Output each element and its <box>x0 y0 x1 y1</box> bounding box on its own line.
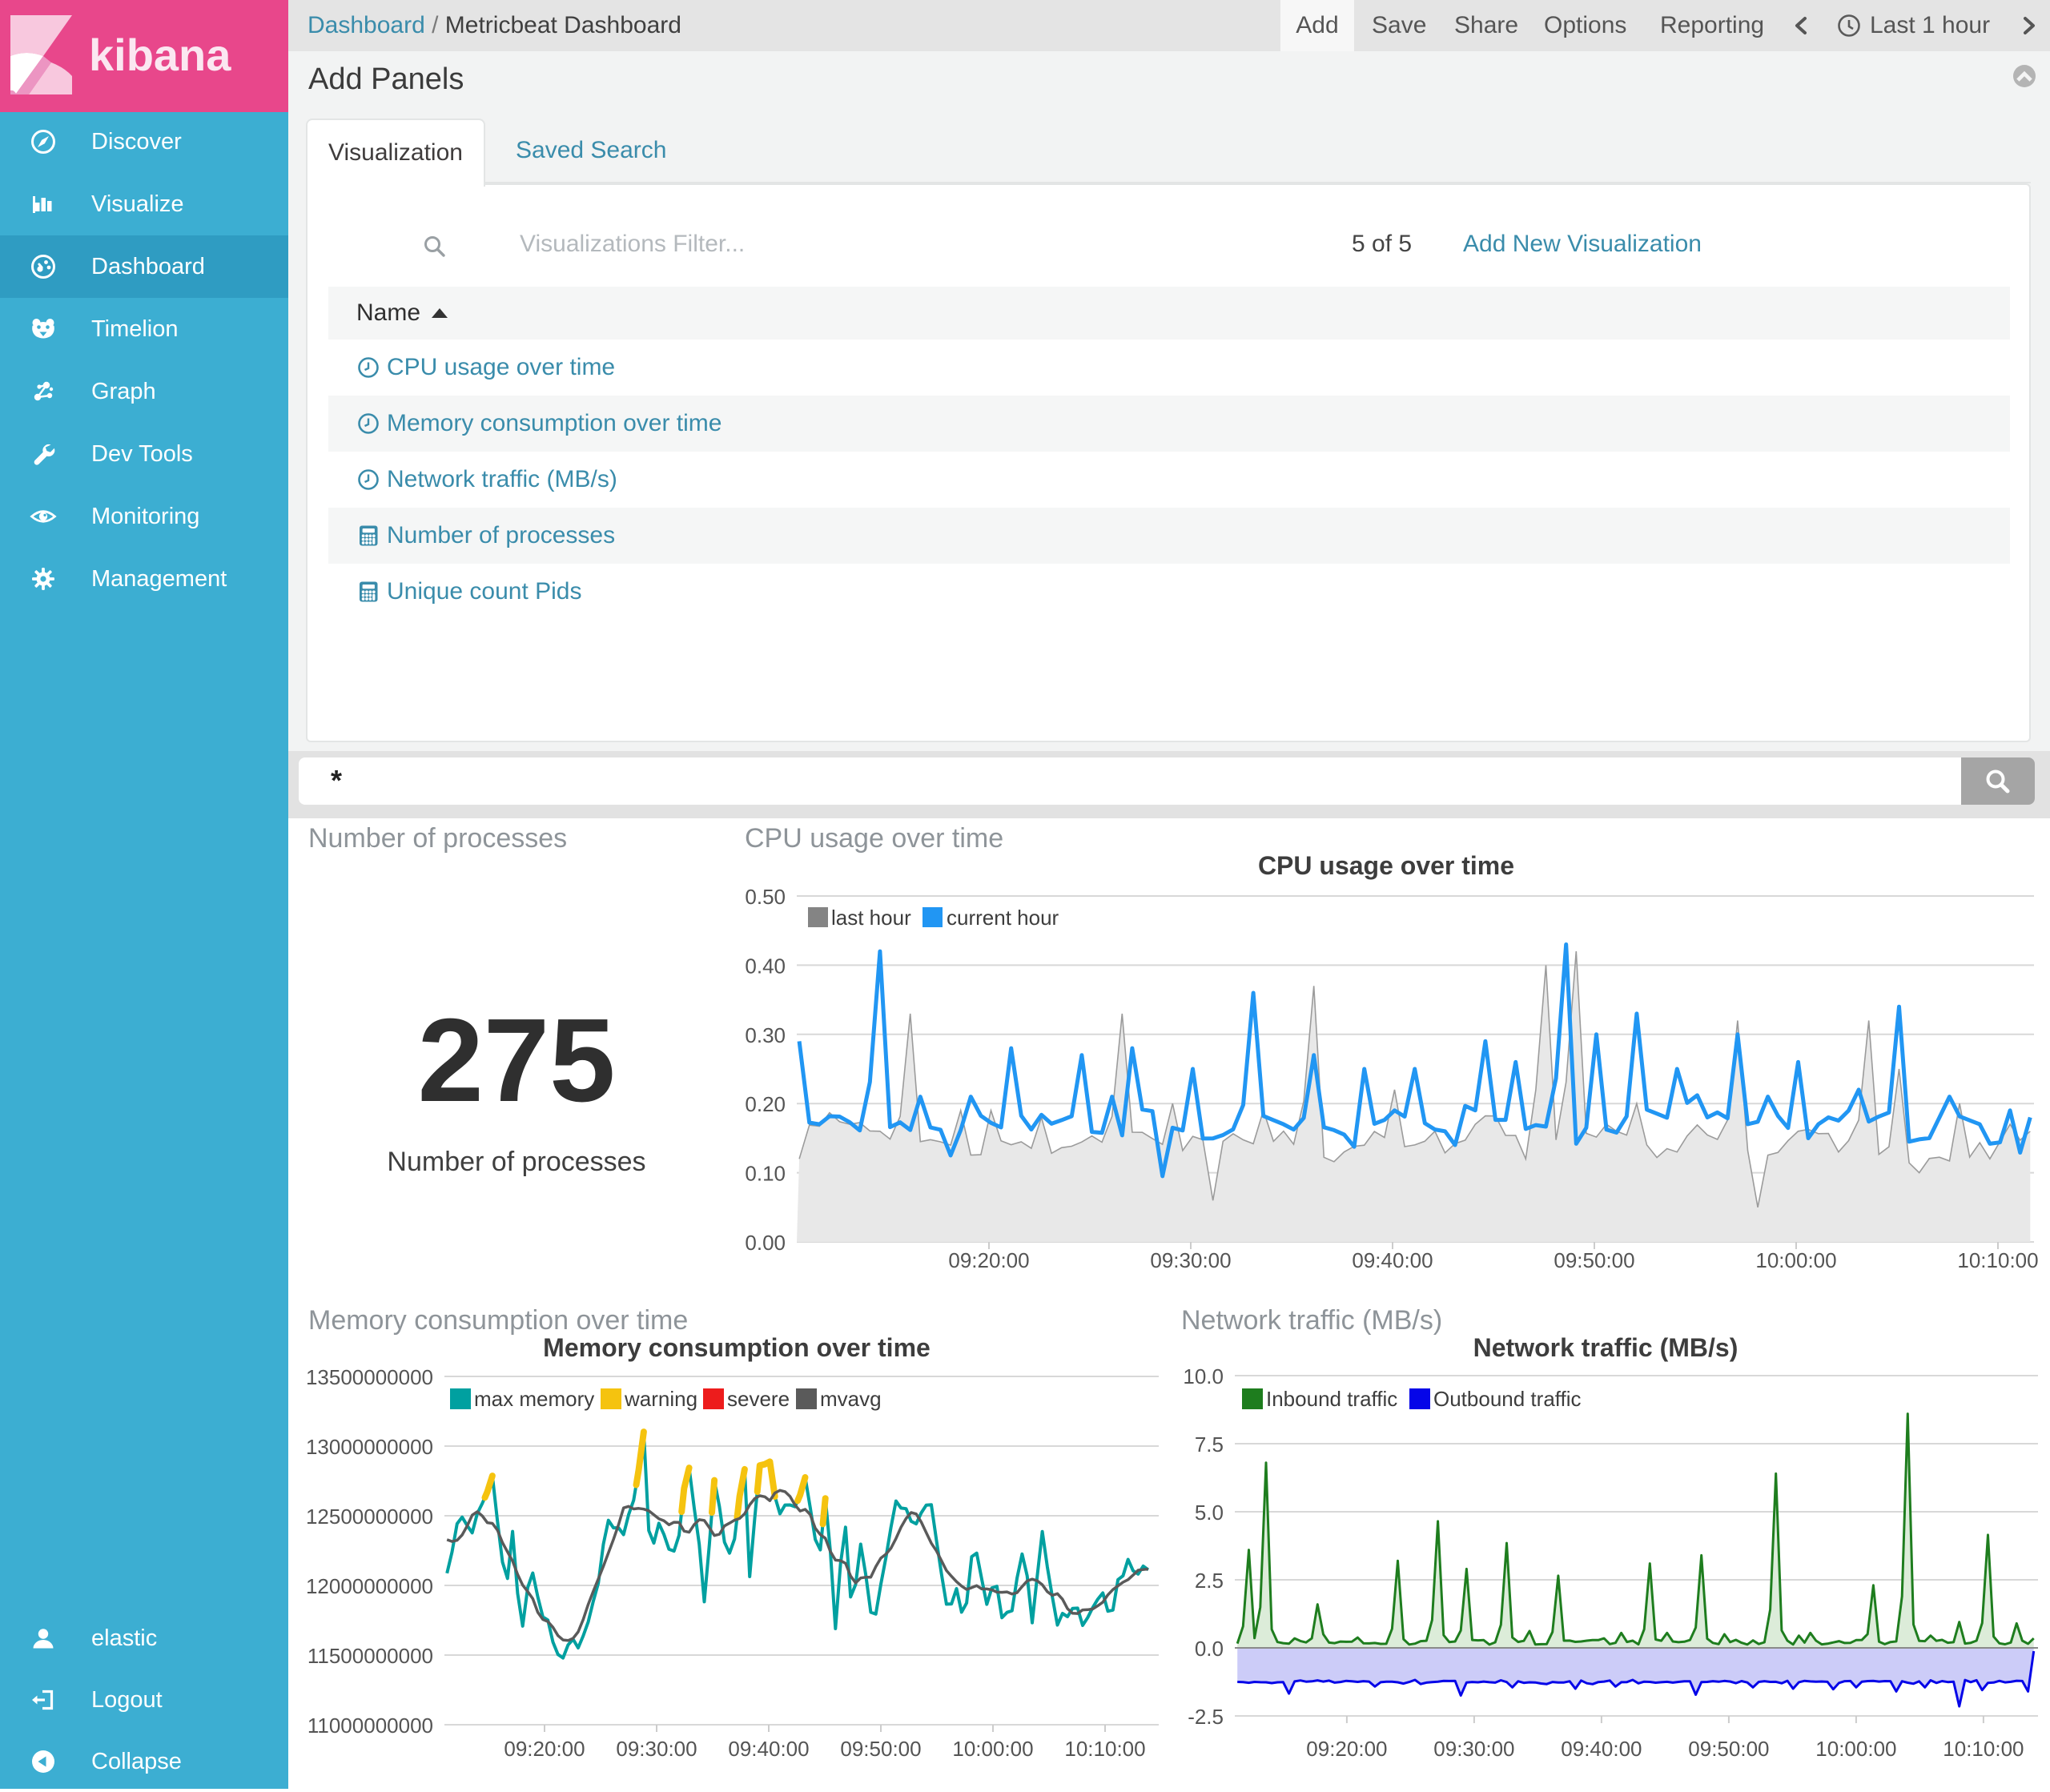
svg-text:CPU usage over time: CPU usage over time <box>1258 851 1514 880</box>
svg-text:warning: warning <box>624 1387 697 1411</box>
svg-text:0.10: 0.10 <box>745 1162 786 1186</box>
svg-text:5.0: 5.0 <box>1195 1501 1224 1525</box>
svg-text:10:10:00: 10:10:00 <box>1064 1737 1145 1761</box>
svg-text:Outbound traffic: Outbound traffic <box>1433 1387 1582 1411</box>
svg-text:13000000000: 13000000000 <box>306 1435 433 1459</box>
svg-text:last hour: last hour <box>831 906 911 930</box>
svg-text:10:10:00: 10:10:00 <box>1957 1248 2038 1272</box>
svg-text:0.0: 0.0 <box>1195 1637 1224 1661</box>
svg-text:mvavg: mvavg <box>820 1387 882 1411</box>
svg-text:09:40:00: 09:40:00 <box>728 1737 809 1761</box>
svg-text:10:00:00: 10:00:00 <box>952 1737 1033 1761</box>
svg-text:09:40:00: 09:40:00 <box>1352 1248 1433 1272</box>
svg-text:0.50: 0.50 <box>745 885 786 909</box>
svg-text:7.5: 7.5 <box>1195 1432 1224 1457</box>
svg-text:10.0: 10.0 <box>1183 1364 1224 1388</box>
svg-text:09:50:00: 09:50:00 <box>840 1737 921 1761</box>
svg-text:10:00:00: 10:00:00 <box>1815 1737 1896 1761</box>
svg-text:current hour: current hour <box>947 906 1059 930</box>
svg-text:09:20:00: 09:20:00 <box>504 1737 585 1761</box>
svg-text:12500000000: 12500000000 <box>306 1505 433 1529</box>
svg-text:Network traffic (MB/s): Network traffic (MB/s) <box>1473 1333 1738 1362</box>
svg-text:-2.5: -2.5 <box>1188 1705 1224 1729</box>
svg-text:0.20: 0.20 <box>745 1092 786 1116</box>
svg-text:2.5: 2.5 <box>1195 1569 1224 1593</box>
svg-text:10:10:00: 10:10:00 <box>1943 1737 2024 1761</box>
svg-text:09:50:00: 09:50:00 <box>1688 1737 1769 1761</box>
svg-text:max memory: max memory <box>474 1387 594 1411</box>
svg-text:09:20:00: 09:20:00 <box>948 1248 1029 1272</box>
svg-text:11000000000: 11000000000 <box>308 1714 433 1738</box>
svg-text:0.40: 0.40 <box>745 954 786 978</box>
svg-text:0.00: 0.00 <box>745 1231 786 1255</box>
svg-text:09:50:00: 09:50:00 <box>1554 1248 1634 1272</box>
svg-text:Memory consumption over time: Memory consumption over time <box>543 1333 931 1362</box>
svg-text:13500000000: 13500000000 <box>306 1365 433 1389</box>
svg-text:09:40:00: 09:40:00 <box>1561 1737 1642 1761</box>
svg-text:12000000000: 12000000000 <box>306 1574 433 1598</box>
svg-text:11500000000: 11500000000 <box>308 1644 433 1668</box>
svg-text:09:30:00: 09:30:00 <box>1150 1248 1231 1272</box>
svg-text:09:30:00: 09:30:00 <box>1433 1737 1514 1761</box>
svg-text:09:20:00: 09:20:00 <box>1306 1737 1387 1761</box>
svg-text:09:30:00: 09:30:00 <box>616 1737 697 1761</box>
svg-text:Inbound traffic: Inbound traffic <box>1266 1387 1397 1411</box>
svg-text:0.30: 0.30 <box>745 1023 786 1047</box>
svg-text:severe: severe <box>727 1387 790 1411</box>
svg-text:10:00:00: 10:00:00 <box>1755 1248 1836 1272</box>
